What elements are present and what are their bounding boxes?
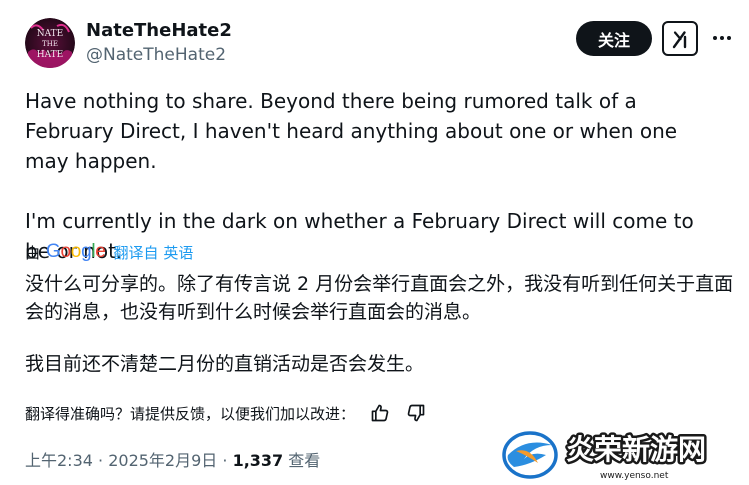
more-options-button[interactable] xyxy=(710,26,734,50)
watermark-logo: 炎荣新游网 www.yenso.net xyxy=(502,431,709,481)
user-handle[interactable]: @NateTheHate2 xyxy=(86,45,226,65)
views-count[interactable]: 1,337 xyxy=(233,451,284,470)
svg-text:www.yenso.net: www.yenso.net xyxy=(600,471,669,481)
avatar[interactable]: NATE THE HATE xyxy=(25,18,75,68)
google-logo: Google xyxy=(46,241,106,262)
translated-by-label: 由 xyxy=(25,243,41,262)
translated-from-link[interactable]: 翻译自 英语 xyxy=(114,242,194,263)
avatar-image: NATE THE HATE xyxy=(25,18,75,68)
thumbs-up-icon xyxy=(371,404,389,422)
tweet-time[interactable]: 上午2:34 xyxy=(25,451,93,470)
translation-feedback: 翻译得准确吗？请提供反馈，以便我们加以改进： xyxy=(25,401,427,425)
tweet-meta: 上午2:34 · 2025年2月9日 · 1,337 查看 xyxy=(25,447,320,471)
meta-separator: · xyxy=(217,451,233,470)
svg-text:HATE: HATE xyxy=(37,50,63,60)
meta-separator: · xyxy=(92,451,109,470)
thumbs-up-button[interactable] xyxy=(369,402,391,424)
translation-attribution: 由 Google 翻译自 英语 xyxy=(25,239,193,265)
tweet: NATE THE HATE NateTheHate2 @NateTheHate2… xyxy=(0,0,749,485)
translated-text: 没什么可分享的。除了有传言说 2 月份会举行直面会之外，我没有听到任何关于直面会… xyxy=(25,270,735,378)
display-name[interactable]: NateTheHate2 xyxy=(86,20,232,41)
site-watermark: 炎荣新游网 www.yenso.net xyxy=(500,425,745,483)
tweet-date[interactable]: 2025年2月9日 xyxy=(108,451,217,470)
more-icon xyxy=(713,36,731,40)
grok-icon xyxy=(672,30,687,48)
translated-paragraph: 我目前还不清楚二月份的直销活动是否会发生。 xyxy=(25,353,425,375)
feedback-prompt: 翻译得准确吗？请提供反馈，以便我们加以改进： xyxy=(25,404,356,423)
tweet-paragraph: Have nothing to share. Beyond there bein… xyxy=(25,89,678,173)
follow-button[interactable]: 关注 xyxy=(576,21,652,56)
thumbs-down-icon xyxy=(407,404,425,422)
grok-button[interactable] xyxy=(662,21,698,56)
views-label: 查看 xyxy=(288,451,321,470)
svg-text:THE: THE xyxy=(42,40,58,48)
svg-text:炎荣新游网: 炎荣新游网 xyxy=(566,433,706,466)
translated-paragraph: 没什么可分享的。除了有传言说 2 月份会举行直面会之外，我没有听到任何关于直面会… xyxy=(25,273,734,323)
thumbs-down-button[interactable] xyxy=(405,402,427,424)
svg-text:NATE: NATE xyxy=(37,29,63,39)
